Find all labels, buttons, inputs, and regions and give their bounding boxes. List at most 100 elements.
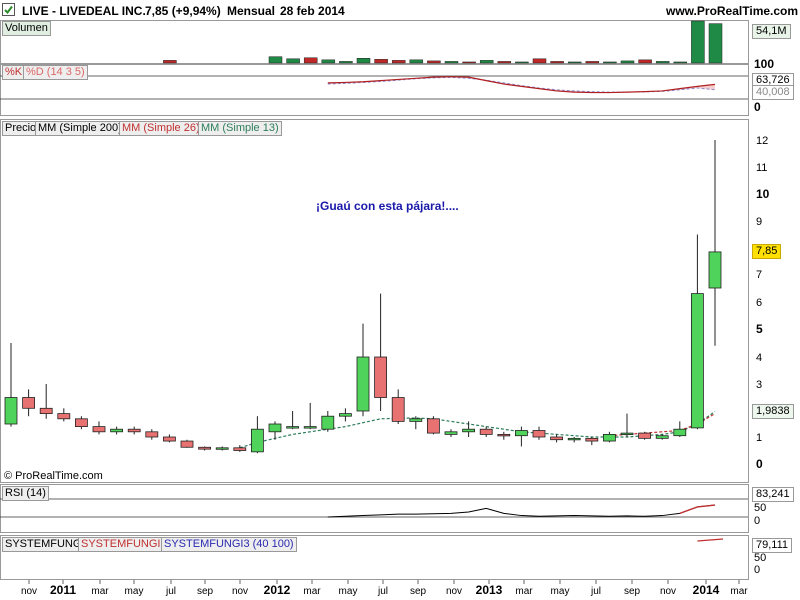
- price-tick-label: 4: [756, 352, 762, 364]
- volume-bar: [427, 60, 441, 64]
- time-tick-label: nov: [446, 586, 462, 597]
- candle-body: [655, 435, 669, 439]
- candle-body: [444, 431, 458, 435]
- stoch-k-label[interactable]: %K: [2, 65, 26, 80]
- volume-tick-100: 100: [754, 57, 775, 71]
- volume-bar: [497, 61, 512, 64]
- candle-body: [409, 418, 423, 422]
- volume-bar: [163, 60, 177, 64]
- time-tick-label: 2011: [50, 583, 76, 597]
- candle-body: [550, 436, 563, 441]
- stoch-k-line: [327, 76, 716, 94]
- volume-bar: [708, 23, 723, 64]
- candle-body: [215, 447, 229, 450]
- ma13-label[interactable]: MM (Simple 13): [198, 121, 282, 136]
- candle-body: [462, 428, 476, 433]
- volume-bar: [356, 58, 371, 64]
- candle-body: [75, 418, 88, 427]
- candle-body: [532, 430, 546, 438]
- candle-body: [673, 428, 687, 437]
- time-tick-label: sep: [624, 586, 641, 597]
- time-tick-label: mar: [730, 586, 748, 597]
- candle-body: [356, 356, 370, 412]
- time-tick-label: nov: [232, 586, 248, 597]
- candle-body: [57, 413, 71, 420]
- stoch-d-tag: 40,008: [752, 85, 794, 100]
- sys2-line: [697, 538, 724, 542]
- volume-bar: [567, 61, 582, 64]
- price-tick-label: 0: [756, 457, 763, 471]
- candle-body: [92, 426, 106, 433]
- volume-bar: [444, 61, 459, 64]
- rsi-label[interactable]: RSI (14): [2, 486, 49, 501]
- volume-bar: [462, 61, 476, 64]
- sys2-label[interactable]: SYSTEMFUNGI2: [78, 537, 170, 552]
- volume-bar: [321, 59, 336, 64]
- ma200-label[interactable]: MM (Simple 200): [35, 121, 125, 136]
- rsi-overbought-line: [679, 504, 716, 515]
- candle-body: [691, 293, 704, 429]
- chart-annotation: ¡Guaú con esta pájara!....: [316, 199, 459, 213]
- candle-body: [162, 436, 176, 442]
- stoch-lines: [327, 76, 716, 94]
- volume-bar: [655, 61, 670, 64]
- price-tick-label: 6: [756, 297, 762, 309]
- volume-bar: [691, 20, 705, 64]
- volume-label[interactable]: Volumen: [2, 21, 51, 36]
- price-tick-label: 12: [756, 135, 768, 147]
- time-tick-label: mar: [515, 586, 533, 597]
- price-label[interactable]: Precio: [2, 121, 40, 136]
- volume-bar: [603, 61, 617, 64]
- candle-body: [497, 433, 511, 437]
- candle-body: [321, 415, 335, 430]
- time-axis-ticks: nov 2011 mar may jul sep nov 2012 mar may jul sep no…: [21, 580, 748, 597]
- candle-body: [585, 437, 599, 442]
- volume-bar: [374, 59, 388, 64]
- ma26-label[interactable]: MM (Simple 26): [119, 121, 203, 136]
- rsi-line: [327, 504, 716, 518]
- sys3-label[interactable]: SYSTEMFUNGI3 (40 100): [161, 537, 297, 552]
- candle-body: [426, 418, 440, 434]
- copyright-label: © ProRealTime.com: [4, 470, 103, 482]
- ma-value-tag: 1,9838: [752, 404, 794, 419]
- candle-body: [180, 440, 194, 448]
- rsi-tick-50: 50: [754, 502, 767, 514]
- sys1-label[interactable]: SYSTEMFUNGI: [2, 537, 88, 552]
- candle-body: [479, 428, 493, 435]
- systemfungi-lines: [697, 538, 724, 542]
- price-tick-label: 1: [756, 432, 762, 444]
- volume-bar: [550, 61, 564, 64]
- time-tick-label: nov: [660, 586, 676, 597]
- sys-tag: 79,111: [752, 538, 793, 553]
- ma13-line: [239, 411, 716, 449]
- stoch-d-label[interactable]: %D (14 3 5): [23, 65, 88, 80]
- candle-body: [515, 430, 528, 437]
- time-tick-label: jul: [377, 586, 388, 597]
- time-tick-label: may: [551, 586, 570, 597]
- rsi-tick-0: 0: [754, 515, 761, 527]
- chart-area: 0123456789101112 nov2011marmayjulsepnov2…: [0, 20, 770, 597]
- price-tick-label: 7: [756, 269, 762, 281]
- candle-body: [233, 447, 247, 451]
- stoch-d-line: [327, 76, 716, 93]
- time-tick-label: jul: [165, 586, 176, 597]
- time-tick-label: 2012: [264, 583, 291, 597]
- candle-body: [127, 428, 141, 433]
- volume-bar: [286, 58, 300, 64]
- time-tick-label: sep: [410, 586, 427, 597]
- candle-body: [286, 426, 300, 429]
- sys-tick-50: 50: [754, 552, 767, 564]
- rsi-tag: 83,241: [752, 487, 794, 502]
- price-tick-label: 9: [756, 216, 762, 228]
- time-tick-label: sep: [197, 586, 214, 597]
- rsi-line: [327, 504, 716, 518]
- candle-body: [268, 423, 282, 433]
- candle-body: [638, 432, 651, 439]
- time-tick-label: nov: [21, 586, 37, 597]
- stoch-fill: [327, 76, 715, 93]
- candle-body: [198, 446, 212, 450]
- volume-bar: [391, 60, 406, 64]
- price-tick-label: 10: [756, 187, 770, 201]
- moving-averages: [239, 411, 716, 449]
- sys-tick-0: 0: [754, 564, 761, 576]
